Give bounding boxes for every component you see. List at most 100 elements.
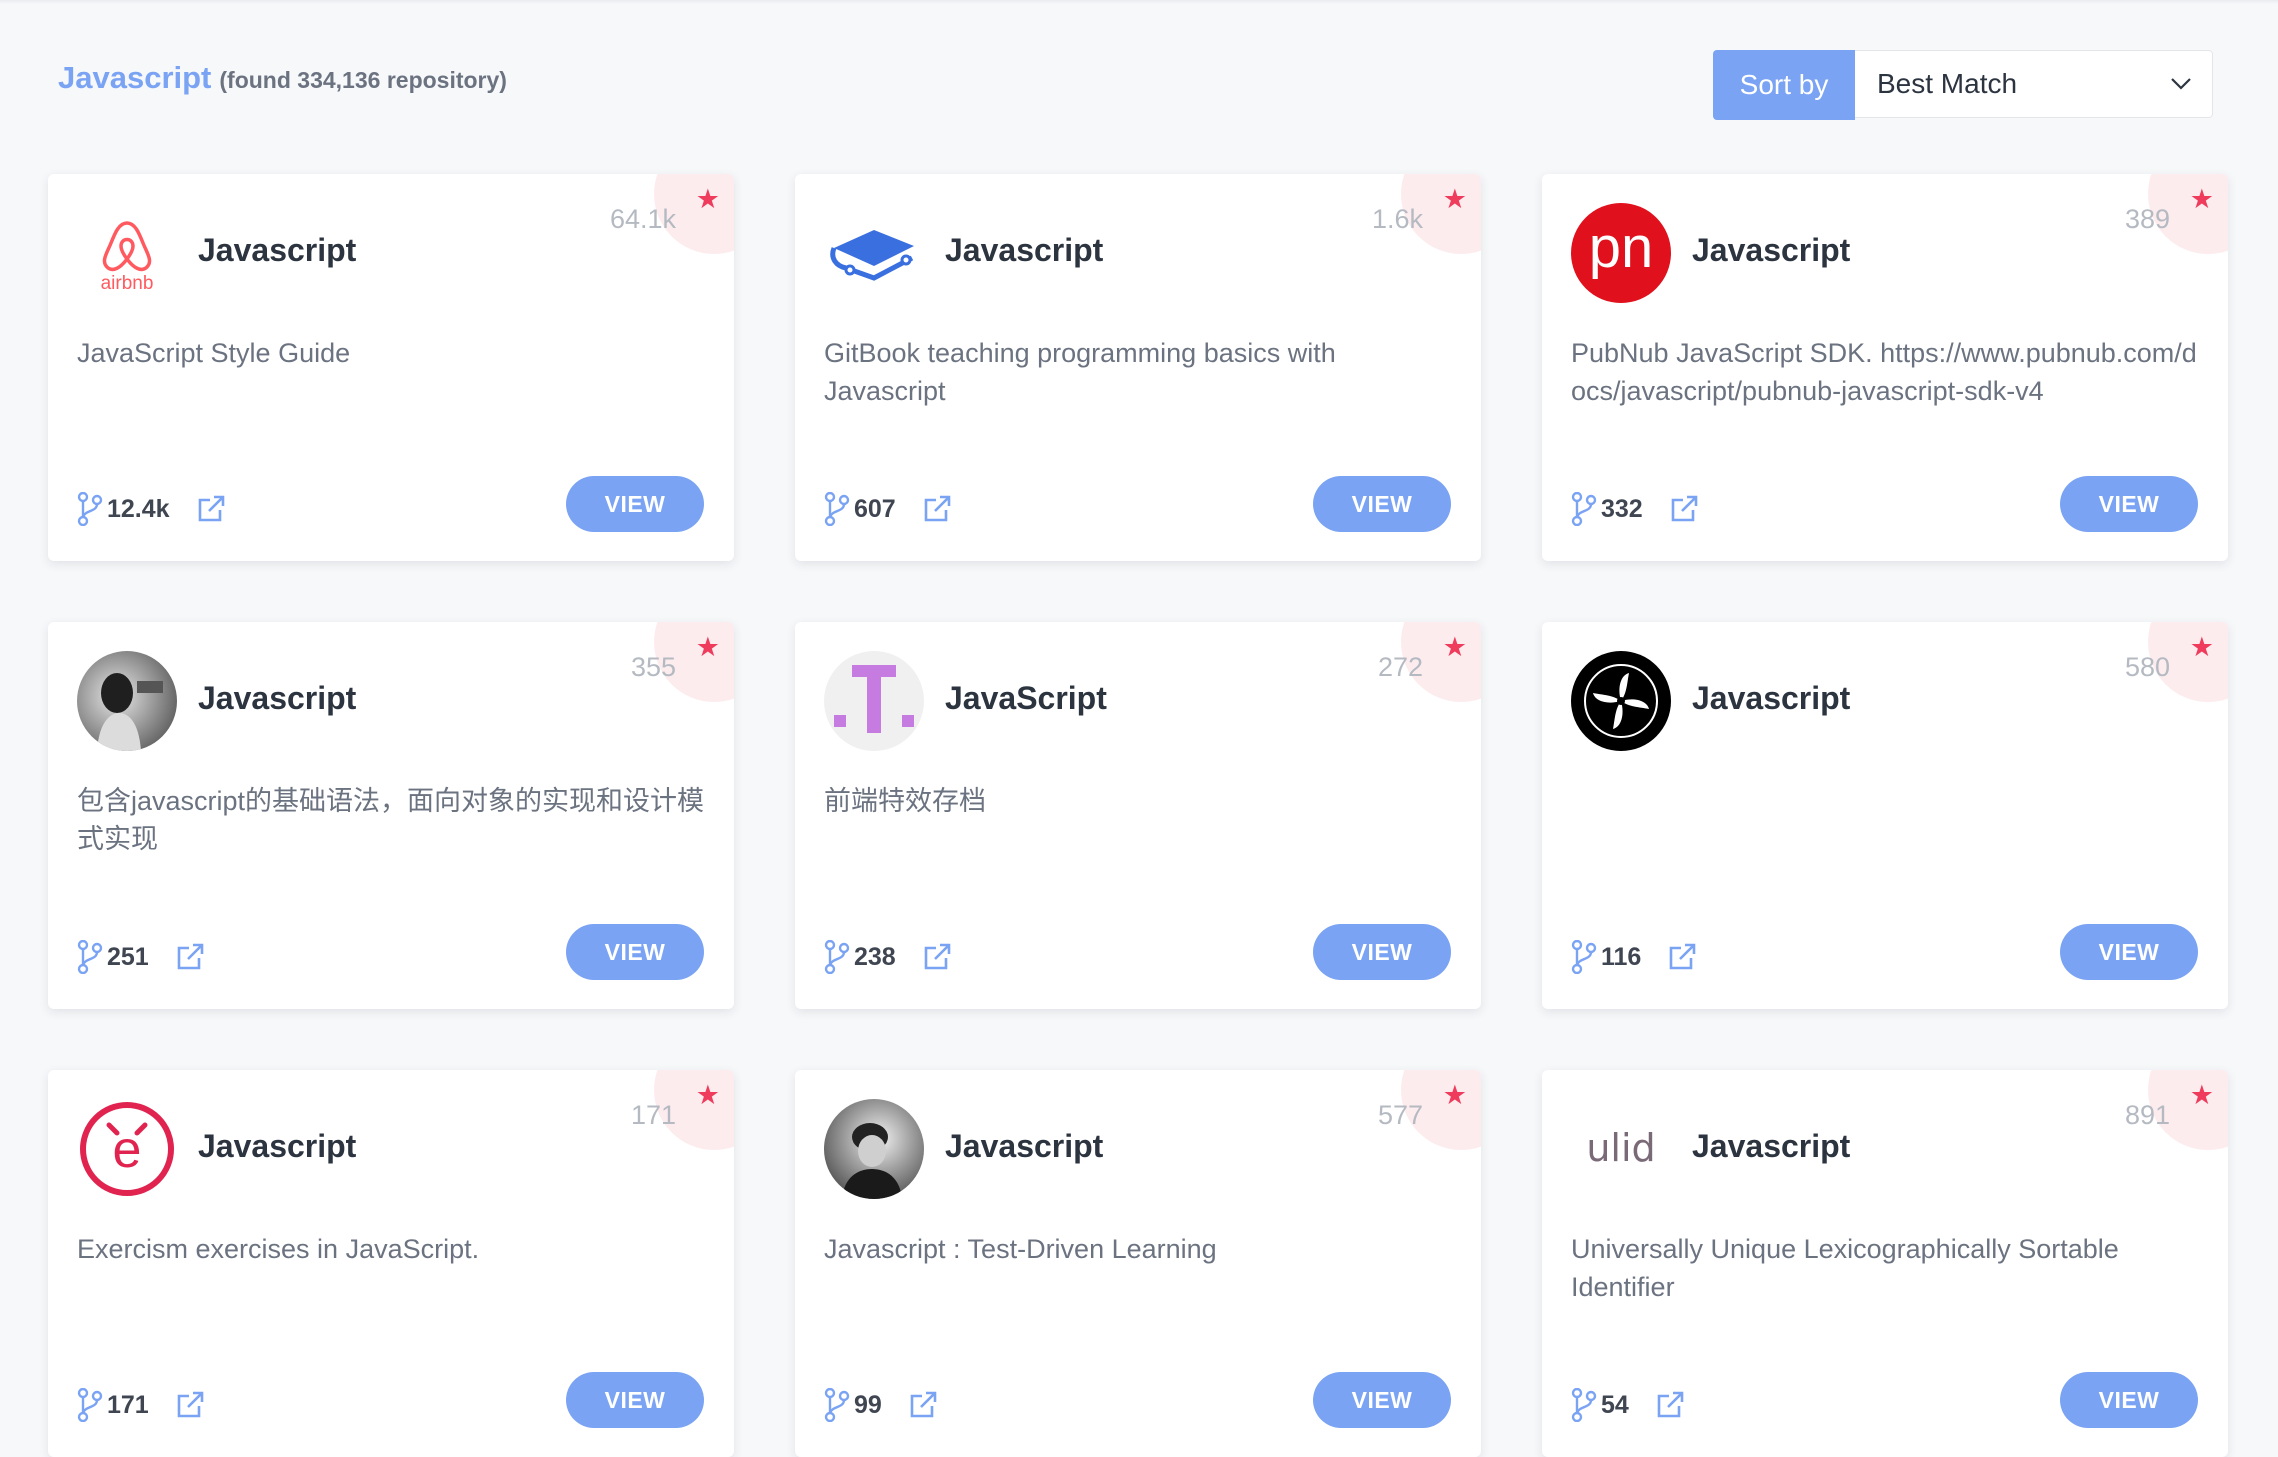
star-count: 171 xyxy=(630,1100,676,1130)
fork-icon xyxy=(824,492,850,526)
star-icon[interactable]: ★ xyxy=(1443,184,1467,215)
view-button[interactable]: VIEW xyxy=(1313,924,1451,980)
star-count: 891 xyxy=(2124,1100,2170,1130)
external-link-icon[interactable] xyxy=(175,1390,205,1420)
t-logo-icon xyxy=(824,651,924,751)
fork-icon xyxy=(824,1388,850,1422)
exercism-logo-icon: e xyxy=(77,1099,177,1199)
repo-description: 包含javascript的基础语法，面向对象的实现和设计模式实现 xyxy=(77,786,705,854)
svg-text:ulid: ulid xyxy=(1586,1126,1655,1170)
repo-card: ★ 272 JavaScript 前端特效存档 238 VIEW xyxy=(795,622,1481,1009)
fork-count: 12.4k xyxy=(107,494,170,523)
svg-text:airbnb: airbnb xyxy=(101,273,154,293)
view-button[interactable]: VIEW xyxy=(2060,476,2198,532)
star-icon[interactable]: ★ xyxy=(1443,632,1467,663)
chevron-down-icon xyxy=(2171,78,2191,90)
star-count: 1.6k xyxy=(1371,204,1423,234)
fork-count: 238 xyxy=(854,942,896,971)
fork-icon xyxy=(77,940,103,974)
view-button[interactable]: VIEW xyxy=(2060,1372,2198,1428)
repo-name[interactable]: Javascript xyxy=(198,1128,356,1165)
fork-count: 54 xyxy=(1601,1390,1629,1419)
star-count: 389 xyxy=(2124,204,2170,234)
external-link-icon[interactable] xyxy=(908,1390,938,1420)
star-count: 577 xyxy=(1377,1100,1423,1130)
airbnb-logo-icon: airbnb xyxy=(77,203,177,303)
pubnub-logo-icon: pn xyxy=(1571,203,1671,303)
top-shadow xyxy=(0,0,2278,4)
repo-footer: 332 xyxy=(1571,492,1699,526)
user-avatar-icon xyxy=(824,1099,924,1199)
repo-description: JavaScript Style Guide xyxy=(77,338,351,368)
repo-card: ★ 1.6k Javascript GitBook teaching progr… xyxy=(795,174,1481,561)
fork-icon xyxy=(1571,1388,1597,1422)
repo-footer: 99 xyxy=(824,1388,938,1422)
repo-description: Javascript : Test-Driven Learning xyxy=(824,1234,1217,1264)
external-link-icon[interactable] xyxy=(1667,942,1697,972)
star-icon[interactable]: ★ xyxy=(1443,1080,1467,1111)
star-icon[interactable]: ★ xyxy=(696,1080,720,1111)
repo-name[interactable]: Javascript xyxy=(1692,680,1850,717)
fork-icon xyxy=(1571,940,1597,974)
repo-description: Exercism exercises in JavaScript. xyxy=(77,1234,480,1264)
fork-icon xyxy=(824,940,850,974)
repo-description: 前端特效存档 xyxy=(824,786,986,816)
fork-icon xyxy=(77,1388,103,1422)
fork-count: 171 xyxy=(107,1390,149,1419)
repo-card: ★ 577 Javascript Javascript : Test-Drive… xyxy=(795,1070,1481,1457)
repo-description: PubNub JavaScript SDK. https://www.pubnu… xyxy=(1571,338,2197,406)
search-query[interactable]: Javascript xyxy=(58,60,211,96)
repo-name[interactable]: Javascript xyxy=(945,1128,1103,1165)
fork-count: 332 xyxy=(1601,494,1643,523)
repo-footer: 607 xyxy=(824,492,952,526)
view-button[interactable]: VIEW xyxy=(566,476,704,532)
repo-name[interactable]: JavaScript xyxy=(945,680,1107,717)
external-link-icon[interactable] xyxy=(175,942,205,972)
repo-footer: 12.4k xyxy=(77,492,226,526)
user-avatar-icon xyxy=(77,651,177,751)
sort-selected-value: Best Match xyxy=(1877,68,2018,99)
book-logo-icon xyxy=(824,203,924,303)
repo-description: Universally Unique Lexicographically Sor… xyxy=(1571,1234,2127,1302)
star-count: 355 xyxy=(630,652,676,682)
star-count: 580 xyxy=(2124,652,2170,682)
external-link-icon[interactable] xyxy=(196,494,226,524)
repo-card: ★ 64.1k airbnb Javascript JavaScript Sty… xyxy=(48,174,734,561)
fork-count: 99 xyxy=(854,1390,882,1419)
star-icon[interactable]: ★ xyxy=(696,632,720,663)
repo-description: GitBook teaching programming basics with… xyxy=(824,338,1344,406)
star-icon[interactable]: ★ xyxy=(696,184,720,215)
fork-count: 607 xyxy=(854,494,896,523)
sort-select[interactable]: Best Match xyxy=(1855,50,2213,118)
repo-name[interactable]: Javascript xyxy=(1692,232,1850,269)
star-icon[interactable]: ★ xyxy=(2190,632,2214,663)
external-link-icon[interactable] xyxy=(1669,494,1699,524)
repo-footer: 251 xyxy=(77,940,205,974)
svg-text:pn: pn xyxy=(1589,215,1654,280)
external-link-icon[interactable] xyxy=(922,942,952,972)
view-button[interactable]: VIEW xyxy=(566,924,704,980)
repo-name[interactable]: Javascript xyxy=(1692,1128,1850,1165)
repo-name[interactable]: Javascript xyxy=(198,680,356,717)
star-count: 272 xyxy=(1377,652,1423,682)
view-button[interactable]: VIEW xyxy=(1313,1372,1451,1428)
repo-footer: 171 xyxy=(77,1388,205,1422)
repo-card: ★ 355 Javascript 包含javascript的基础语法，面向对象的… xyxy=(48,622,734,1009)
result-count: (found 334,136 repository) xyxy=(219,67,507,93)
repo-name[interactable]: Javascript xyxy=(945,232,1103,269)
star-icon[interactable]: ★ xyxy=(2190,1080,2214,1111)
view-button[interactable]: VIEW xyxy=(566,1372,704,1428)
sort-control[interactable]: Sort by Best Match xyxy=(1713,50,2213,120)
view-button[interactable]: VIEW xyxy=(1313,476,1451,532)
external-link-icon[interactable] xyxy=(1655,1390,1685,1420)
repo-card: ★ 580 Javascript 116 VIEW xyxy=(1542,622,2228,1009)
view-button[interactable]: VIEW xyxy=(2060,924,2198,980)
star-count: 64.1k xyxy=(609,204,676,234)
sort-label: Sort by xyxy=(1713,50,1855,120)
ulid-logo-icon: ulid xyxy=(1571,1099,1671,1199)
external-link-icon[interactable] xyxy=(922,494,952,524)
repo-name[interactable]: Javascript xyxy=(198,232,356,269)
fan-logo-icon xyxy=(1571,651,1671,751)
fork-count: 116 xyxy=(1601,942,1642,971)
star-icon[interactable]: ★ xyxy=(2190,184,2214,215)
